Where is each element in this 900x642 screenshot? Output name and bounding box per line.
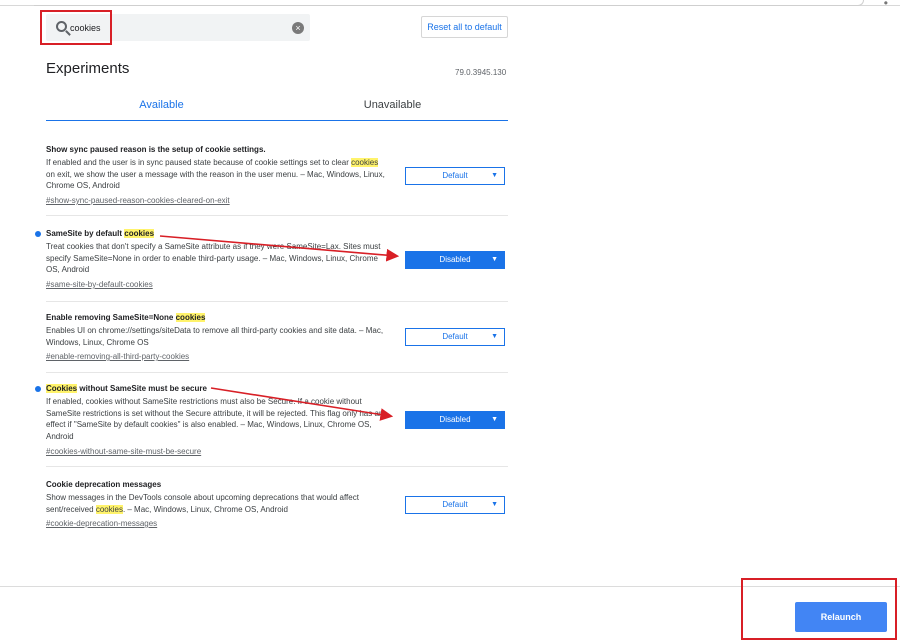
- search-annotation-box: [40, 10, 112, 45]
- tab-unavailable[interactable]: Unavailable: [277, 93, 508, 121]
- dropdown-caret-icon: ▼: [491, 333, 498, 340]
- relaunch-annotation-box: [741, 578, 897, 640]
- enabled-indicator-dot: [35, 231, 41, 237]
- experiment-link[interactable]: #cookies-without-same-site-must-be-secur…: [46, 447, 201, 456]
- flags-page: • × Reset all to default Experiments 79.…: [0, 0, 900, 642]
- dropdown-caret-icon: ▼: [491, 172, 498, 179]
- dropdown-caret-icon: ▼: [491, 416, 498, 423]
- experiment-item: SameSite by default cookies Treat cookie…: [35, 229, 508, 302]
- experiment-item: Cookie deprecation messages Show message…: [46, 480, 508, 540]
- experiment-select[interactable]: Default ▼: [405, 167, 505, 185]
- experiment-description: Treat cookies that don't specify a SameS…: [46, 242, 381, 274]
- version-label: 79.0.3945.130: [455, 68, 507, 77]
- search-match-highlight: cookies: [124, 229, 155, 238]
- experiment-description: Enables UI on chrome://settings/siteData…: [46, 326, 384, 347]
- experiment-select[interactable]: Disabled ▼: [405, 411, 505, 429]
- experiment-link[interactable]: #enable-removing-all-third-party-cookies: [46, 352, 189, 361]
- experiment-description: If enabled and the user is in sync pause…: [46, 158, 385, 190]
- experiment-select[interactable]: Default ▼: [405, 328, 505, 346]
- reset-all-button[interactable]: Reset all to default: [421, 16, 508, 38]
- experiment-item: Show sync paused reason is the setup of …: [46, 145, 508, 216]
- search-match-highlight: cookies: [95, 504, 123, 514]
- experiment-item: Enable removing SameSite=None cookies En…: [46, 313, 508, 373]
- experiment-description: Show messages in the DevTools console ab…: [46, 493, 359, 514]
- divider: [46, 466, 508, 467]
- experiment-title: SameSite by default cookies: [46, 229, 155, 238]
- experiment-title: Show sync paused reason is the setup of …: [46, 145, 266, 154]
- divider: [46, 372, 508, 373]
- clear-search-icon[interactable]: ×: [292, 22, 304, 34]
- top-curve-divider: [34, 0, 864, 6]
- experiment-description: If enabled, cookies without SameSite res…: [46, 397, 384, 441]
- experiment-item: Cookies without SameSite must be secure …: [35, 384, 508, 467]
- divider: [46, 215, 508, 216]
- search-match-highlight: Cookies: [46, 384, 78, 393]
- experiment-link[interactable]: #show-sync-paused-reason-cookies-cleared…: [46, 196, 230, 205]
- search-match-highlight: cookies: [175, 313, 206, 322]
- experiment-select[interactable]: Default ▼: [405, 496, 505, 514]
- experiment-select[interactable]: Disabled ▼: [405, 251, 505, 269]
- search-match-highlight: cookies: [351, 158, 379, 167]
- divider: [46, 301, 508, 302]
- tab-available[interactable]: Available: [46, 93, 277, 121]
- tab-underline: [46, 120, 508, 121]
- top-edge-icon: •: [883, 0, 888, 10]
- experiment-title: Cookie deprecation messages: [46, 480, 162, 489]
- experiment-title: Cookies without SameSite must be secure: [46, 384, 207, 393]
- dropdown-caret-icon: ▼: [491, 256, 498, 263]
- dropdown-caret-icon: ▼: [491, 501, 498, 508]
- experiment-link[interactable]: #cookie-deprecation-messages: [46, 519, 157, 528]
- page-title: Experiments: [46, 60, 130, 77]
- enabled-indicator-dot: [35, 386, 41, 392]
- experiment-title: Enable removing SameSite=None cookies: [46, 313, 206, 322]
- experiment-link[interactable]: #same-site-by-default-cookies: [46, 280, 153, 289]
